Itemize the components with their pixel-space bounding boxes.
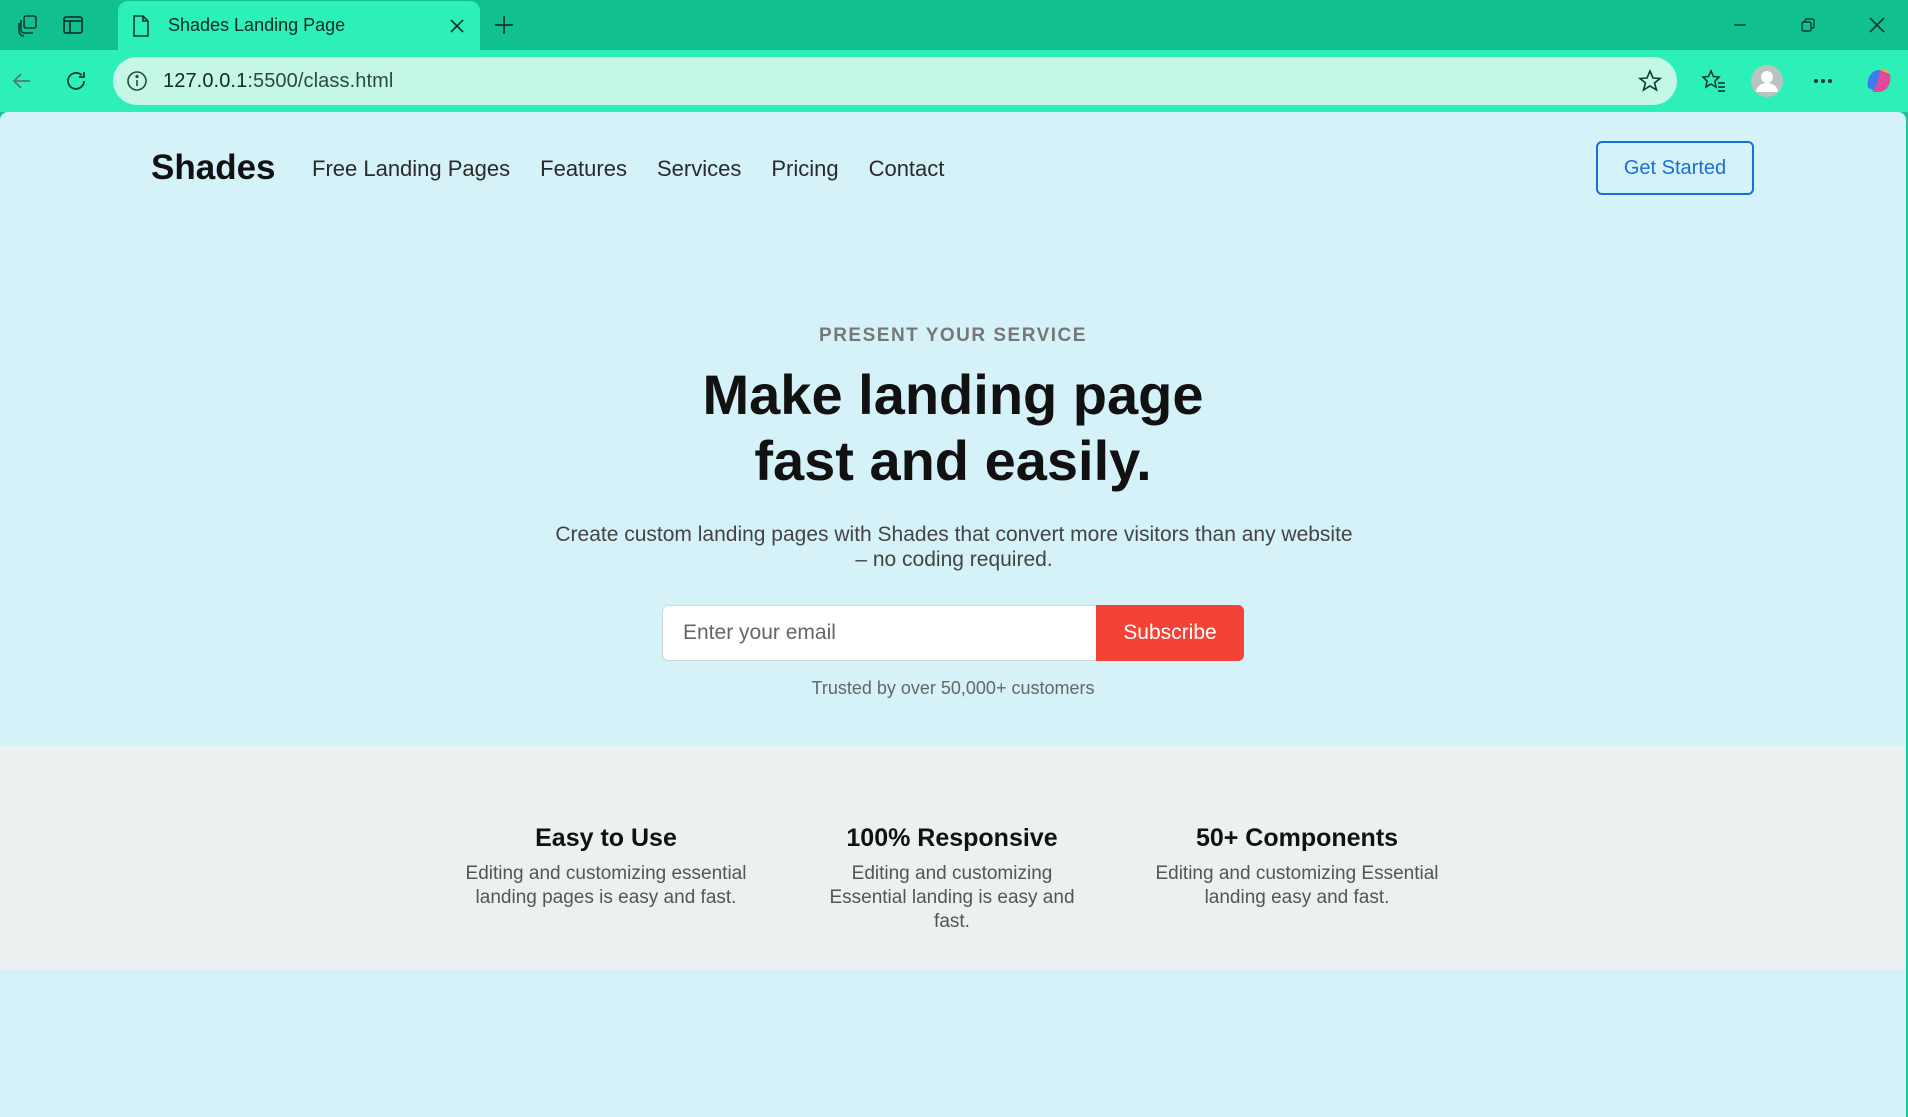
minimize-icon[interactable] [1718,8,1762,42]
headline-line-2: fast and easily. [754,429,1152,492]
headline-line-1: Make landing page [702,363,1204,426]
reload-icon[interactable] [56,62,96,100]
tab-shades-landing-page[interactable]: Shades Landing Page [118,1,480,52]
more-options-icon[interactable] [1803,62,1843,100]
tab-title: Shades Landing Page [168,15,346,35]
feature-desc: Editing and customizing Essential landin… [1155,863,1439,908]
profile-avatar-icon[interactable] [1747,62,1787,100]
feature-components: 50+ Components Editing and customizing E… [1142,824,1452,910]
restore-icon[interactable] [1786,8,1830,42]
page-icon [130,14,152,38]
feature-desc: Editing and customizing Essential landin… [829,863,1075,932]
workspaces-icon[interactable] [12,10,44,40]
features-section: Easy to Use Editing and customizing esse… [0,746,1906,970]
hero-eyebrow: PRESENT YOUR SERVICE [819,325,1087,346]
feature-easy-to-use: Easy to Use Editing and customizing esse… [456,824,756,910]
feature-responsive: 100% Responsive Editing and customizing … [812,824,1092,934]
hero-section: PRESENT YOUR SERVICE Make landing page f… [0,112,1906,748]
hero-headline: Make landing page fast and easily. [0,362,1906,494]
browser-toolbar: 127.0.0.1:5500/class.html [0,50,1908,112]
feature-title: 100% Responsive [846,824,1058,852]
favorites-list-icon[interactable] [1694,62,1734,100]
page-viewport: Shades Free Landing Pages Features Servi… [0,112,1906,1117]
feature-title: 50+ Components [1195,824,1399,852]
tab-actions-icon[interactable] [57,10,89,40]
url-host: 127.0.0.1 [163,70,248,92]
feature-title: Easy to Use [535,824,677,852]
copilot-icon[interactable] [1859,62,1899,100]
close-window-icon[interactable] [1855,8,1899,42]
new-tab-icon[interactable] [487,8,521,42]
feature-desc: Editing and customizing essential landin… [465,863,747,908]
subscribe-button[interactable]: Subscribe [1096,605,1244,661]
address-bar[interactable]: 127.0.0.1:5500/class.html [113,57,1677,105]
browser-tab-bar: Shades Landing Page [0,0,1908,52]
url-path: :5500/class.html [247,70,394,92]
url-text[interactable]: 127.0.0.1:5500/class.html [163,70,393,93]
trusted-text: Trusted by over 50,000+ customers [811,678,1095,698]
back-icon[interactable] [2,62,42,100]
hero-subtitle: Create custom landing pages with Shades … [555,523,1353,571]
close-tab-icon[interactable] [444,13,470,39]
site-info-icon[interactable] [125,69,149,93]
favorite-star-icon[interactable] [1637,68,1663,94]
email-input[interactable] [662,605,1096,661]
